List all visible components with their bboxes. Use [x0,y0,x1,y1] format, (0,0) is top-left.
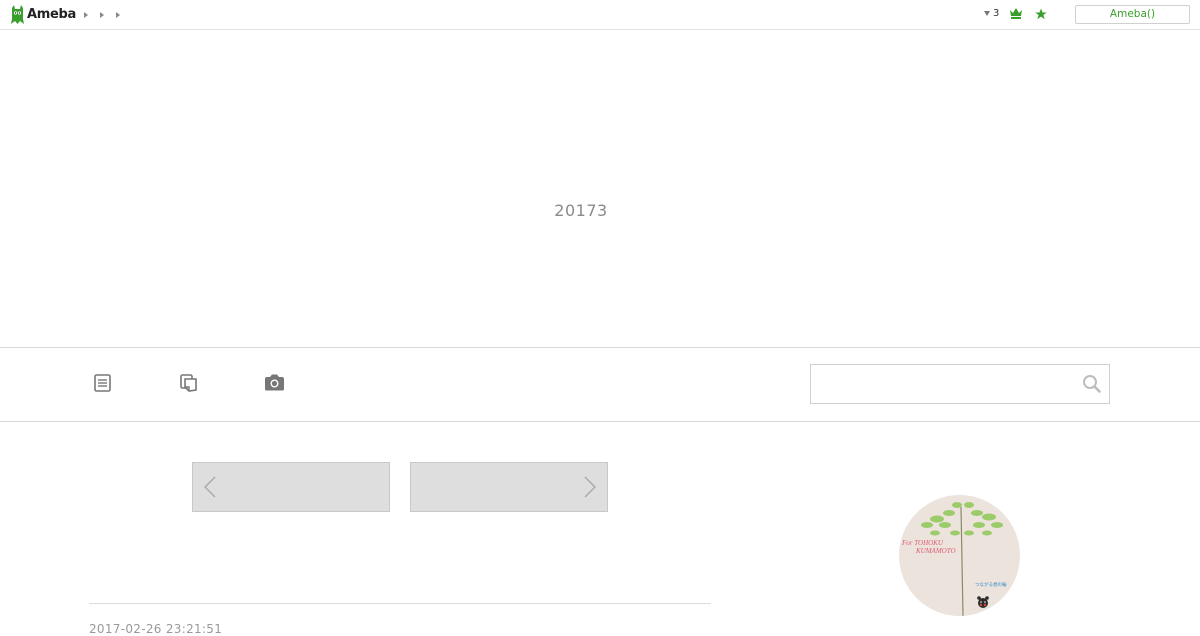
profile-avatar[interactable]: For TOHOKU KUMAMOTO つながる想の輪 [899,495,1020,616]
blog-title[interactable]: 20173 [0,201,1162,220]
global-header: Ameba 3 Ameba() [0,0,1200,30]
blog-search [810,364,1110,404]
next-entry-button[interactable] [410,462,608,512]
profile-image-text: KUMAMOTO [915,547,956,555]
notification-toggle[interactable]: 3 [984,8,999,19]
profile-image-text: For TOHOKU [901,539,944,547]
ameba-logo[interactable]: Ameba [10,5,76,24]
article-icon[interactable] [94,374,111,392]
chevron-left-icon [204,476,216,498]
entry-divider [89,603,711,604]
star-icon[interactable] [1035,8,1047,20]
previous-entry-button[interactable] [192,462,390,512]
ameba-login-button[interactable]: Ameba() [1075,5,1190,24]
blog-nav [0,348,1200,422]
breadcrumb-arrow-icon[interactable] [116,12,120,18]
chevron-right-icon [584,476,596,498]
search-input[interactable] [817,371,1081,397]
blog-header: 20173 [0,30,1200,348]
entry-date: 2017-02-26 23:21:51 [89,622,223,636]
profile-image-caption: つながる想の輪 [975,581,1007,588]
notification-count: 3 [993,8,1000,19]
logo-text: Ameba [27,7,77,22]
ameba-mascot-icon [11,5,24,24]
profile-image-art: For TOHOKU KUMAMOTO つながる想の輪 [899,495,1020,616]
breadcrumb-arrow-icon[interactable] [100,12,104,18]
breadcrumb-arrow-icon[interactable] [84,12,88,18]
camera-icon[interactable] [264,374,285,391]
breadcrumb [84,9,120,18]
theme-list-icon[interactable] [180,374,198,392]
crown-icon[interactable] [1010,8,1022,19]
caret-down-icon [984,11,990,16]
search-icon[interactable] [1082,374,1101,393]
